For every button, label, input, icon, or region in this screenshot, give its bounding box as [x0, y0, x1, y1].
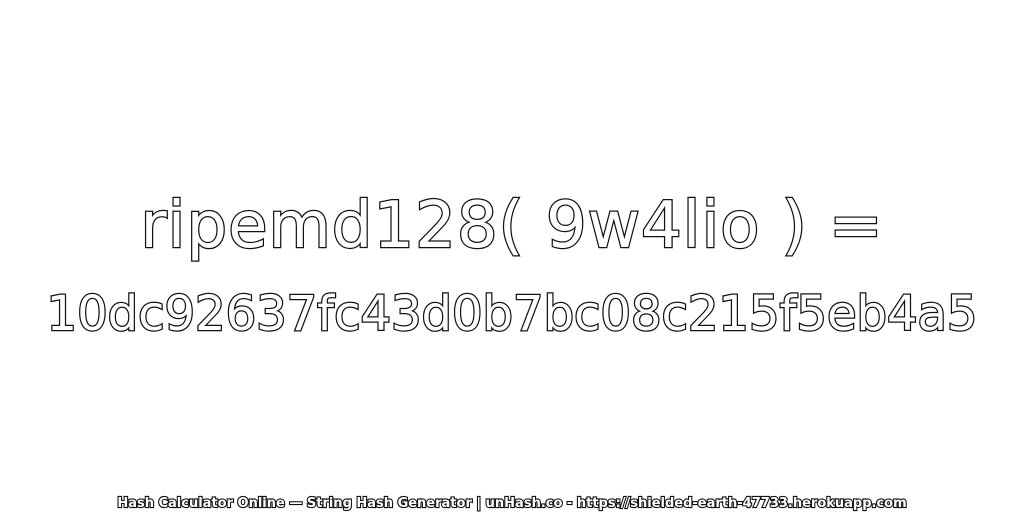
hash-expression: ripemd128( 9w4lio ) =	[139, 188, 884, 265]
footer-attribution: Hash Calculator Online — String Hash Gen…	[116, 495, 908, 512]
hash-result-image: ripemd128( 9w4lio ) = 10dc92637fc43d0b7b…	[0, 0, 1024, 512]
hash-value: 10dc92637fc43d0b7bc08c215f5eb4a5	[45, 285, 978, 344]
